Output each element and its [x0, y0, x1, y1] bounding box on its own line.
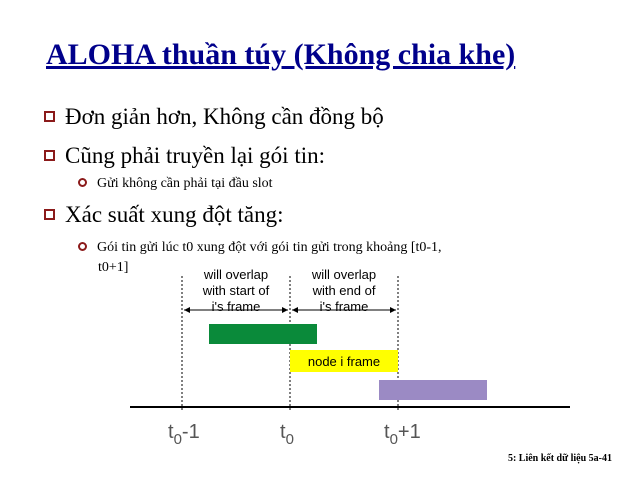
green-frame [209, 324, 317, 344]
arrow-right-head-start [292, 307, 298, 313]
arrow-left-head-start [184, 307, 190, 313]
label-right-line-3: i's frame [320, 299, 369, 314]
tick-label-t0-plus-1: t0+1 [384, 421, 421, 448]
arrow-left-head-end [282, 307, 288, 313]
label-right-line-2: with end of [312, 283, 376, 298]
arrow-right-head-end [390, 307, 396, 313]
label-right-line-1: will overlap [311, 267, 376, 282]
label-left-line-1: will overlap [203, 267, 268, 282]
slide-footer: 5: Liên kết dữ liệu 5a-41 [507, 453, 612, 464]
purple-frame [379, 380, 487, 400]
label-left-line-2: with start of [202, 283, 270, 298]
tick-label-t0: t0 [280, 421, 294, 448]
node-i-frame-label: node i frame [308, 354, 380, 369]
tick-label-t0-minus-1: t0-1 [168, 421, 200, 448]
aloha-timing-diagram: will overlap with start of i's frame wil… [130, 267, 570, 448]
label-left-line-3: i's frame [212, 299, 261, 314]
